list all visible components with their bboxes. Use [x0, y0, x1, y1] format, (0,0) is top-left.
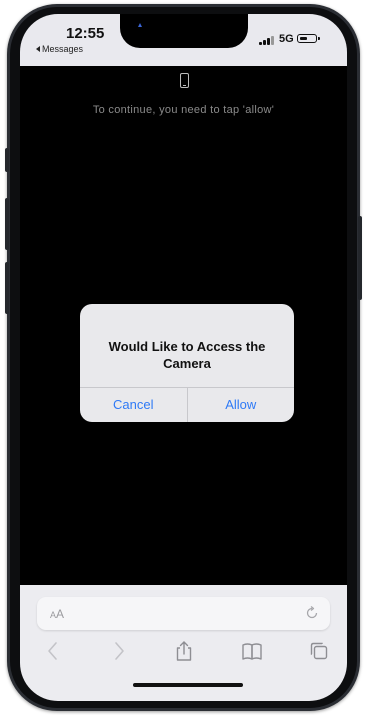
battery-icon	[297, 34, 320, 43]
alert-button-row: Cancel Allow	[80, 387, 294, 422]
smartphone-icon	[180, 73, 189, 88]
back-to-messages-link[interactable]: Messages	[36, 44, 83, 54]
back-link-label: Messages	[42, 44, 84, 54]
side-button-power	[358, 216, 362, 300]
share-icon[interactable]	[173, 640, 195, 662]
network-type: 5G	[279, 33, 294, 45]
text-size-button[interactable]: AA	[50, 607, 64, 621]
instruction-text: To continue, you need to tap 'allow'	[92, 104, 275, 116]
status-bar: 12:55 Messages 5G	[20, 14, 347, 66]
address-bar[interactable]: AA	[37, 597, 330, 630]
bookmarks-icon[interactable]	[241, 640, 263, 662]
tabs-icon[interactable]	[308, 640, 330, 662]
home-indicator[interactable]	[133, 683, 243, 687]
back-arrow-icon	[36, 46, 40, 52]
cancel-button[interactable]: Cancel	[80, 388, 188, 422]
cellular-signal-icon	[259, 36, 274, 45]
side-button-silent	[5, 148, 9, 172]
alert-title: Would Like to Access the Camera	[108, 339, 266, 371]
toolbar-nav	[20, 640, 347, 670]
side-button-volume-down	[5, 262, 9, 314]
status-time: 12:55	[66, 25, 105, 42]
screen: 12:55 Messages 5G To continue, you need …	[20, 14, 347, 701]
side-button-volume-up	[5, 198, 9, 250]
forward-icon[interactable]	[108, 640, 130, 662]
allow-button[interactable]: Allow	[188, 388, 295, 422]
text-size-large-letter: A	[56, 607, 65, 621]
back-icon[interactable]	[42, 640, 64, 662]
browser-toolbar: AA	[20, 585, 347, 701]
notch	[120, 14, 248, 48]
reload-icon[interactable]	[304, 605, 320, 621]
location-indicator-icon	[138, 23, 142, 27]
camera-permission-alert: Would Like to Access the Camera Cancel A…	[80, 304, 294, 422]
